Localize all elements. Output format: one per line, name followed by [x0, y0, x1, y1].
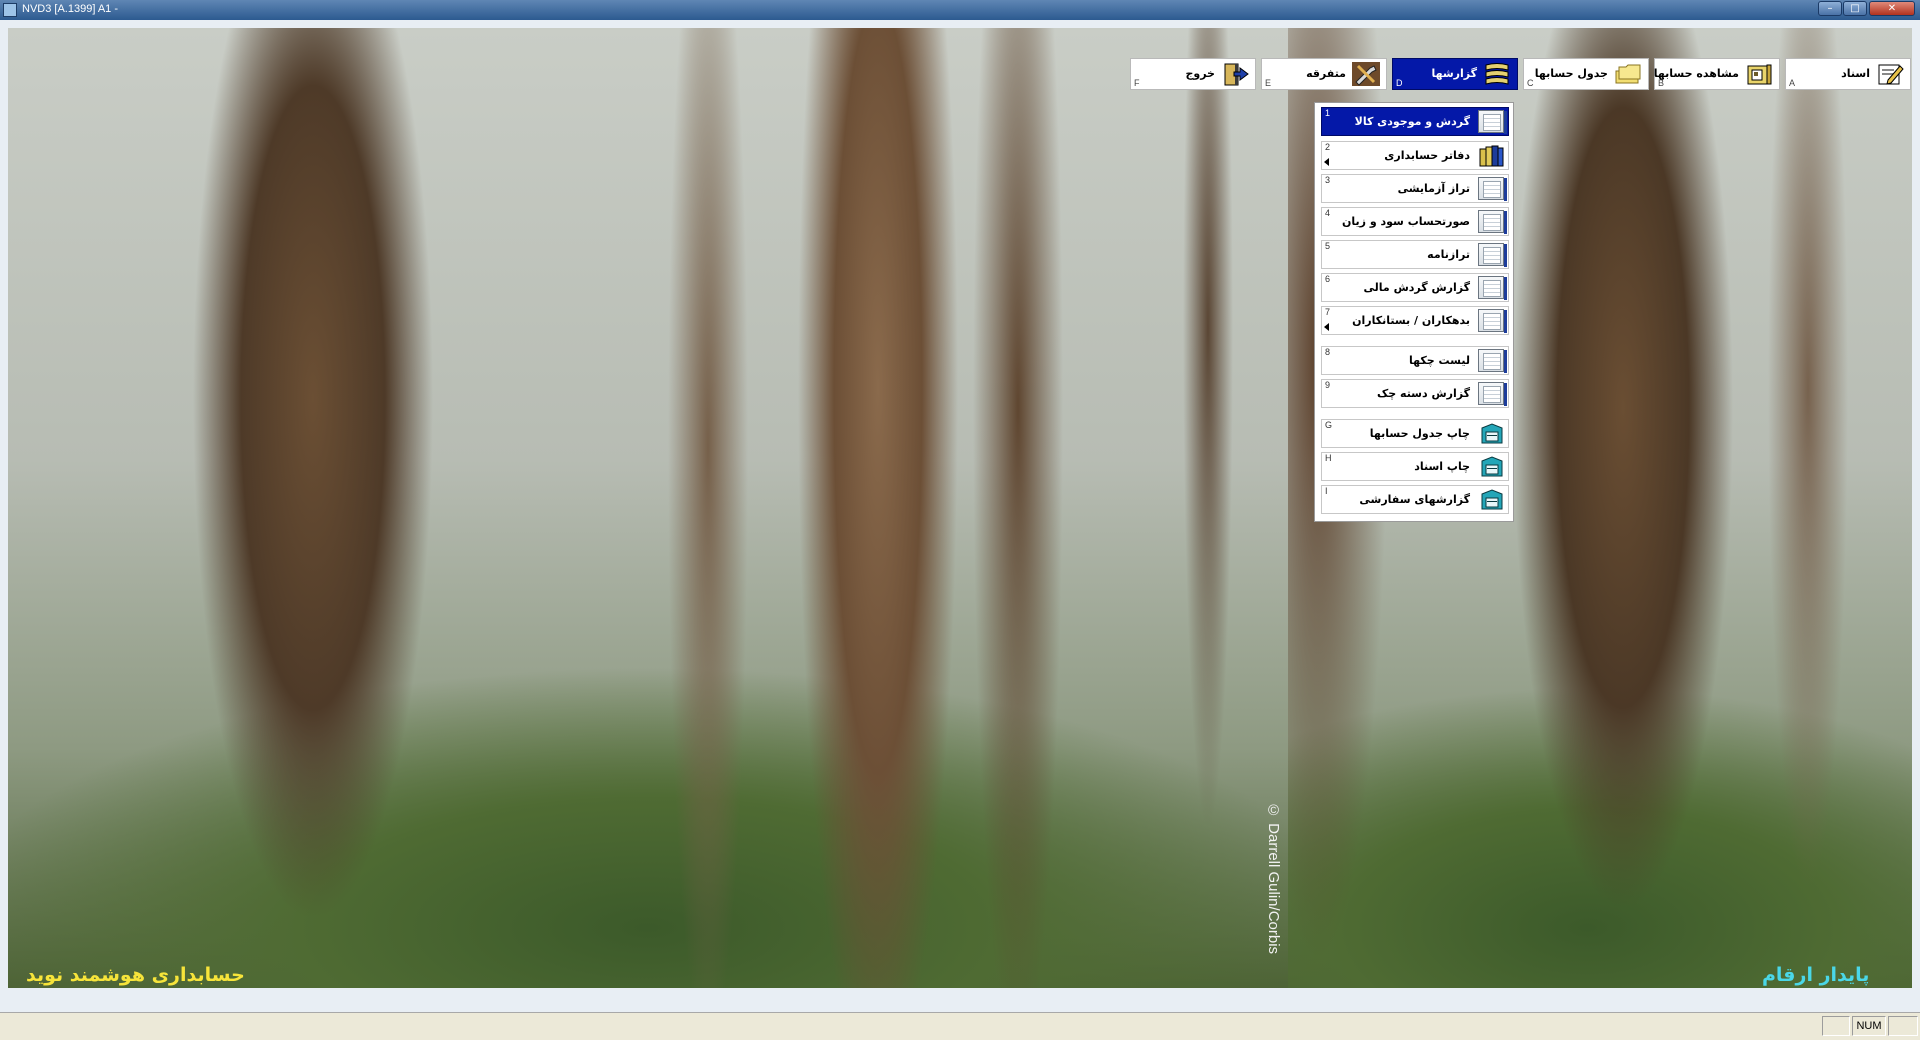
- menu-hotkey: 4: [1325, 208, 1331, 218]
- toolbar-hotkey: C: [1527, 78, 1534, 88]
- status-bar: NUM: [0, 1012, 1920, 1040]
- menu-item-inventory-turnover[interactable]: 1 گردش و موجودی کالا: [1321, 107, 1509, 136]
- menu-item-label: گزارش دسته چک: [1377, 387, 1470, 400]
- app-icon[interactable]: [3, 3, 17, 17]
- toolbar-button-label: گزارشها: [1431, 67, 1477, 80]
- photo-credit: © Darrell Gulin/Corbis: [1265, 802, 1282, 955]
- toolbar-button-label: خروج: [1185, 67, 1215, 80]
- menu-item-accounting-books[interactable]: 2 دفاتر حسابداری: [1321, 141, 1509, 170]
- menu-item-debtors-creditors[interactable]: 7 بدهکاران / بستانکاران: [1321, 306, 1509, 335]
- reports-icon: [1485, 63, 1509, 85]
- toolbar-button-label: جدول حسابها: [1534, 67, 1608, 80]
- menu-item-balance-sheet[interactable]: 5 ترازنامه: [1321, 240, 1509, 269]
- document-edit-icon: [1878, 64, 1904, 85]
- report-sheet-icon: [1478, 177, 1507, 201]
- menu-item-label: چاپ اسناد: [1414, 460, 1470, 473]
- toolbar-button-label: متفرقه: [1306, 67, 1346, 80]
- report-sheet-icon: [1478, 309, 1507, 333]
- menu-item-label: تراز آزمایشی: [1397, 182, 1470, 195]
- menu-item-label: بدهکاران / بستانکاران: [1352, 314, 1470, 327]
- maximize-button[interactable]: □: [1843, 1, 1867, 16]
- menu-hotkey: 8: [1325, 347, 1331, 357]
- submenu-arrow-icon: [1324, 158, 1329, 166]
- menu-hotkey: 6: [1325, 274, 1331, 284]
- toolbar-hotkey: E: [1265, 78, 1272, 88]
- menu-item-label: دفاتر حسابداری: [1384, 149, 1470, 162]
- toolbar-reports-button[interactable]: گزارشها D: [1392, 58, 1518, 90]
- title-bar: NVD3 [A.1399] A1 - – □ ✕: [0, 0, 1920, 20]
- menu-hotkey: 2: [1325, 142, 1331, 152]
- reports-dropdown-menu: 1 گردش و موجودی کالا 2 دفاتر حسابداری 3 …: [1314, 102, 1514, 522]
- window-title: NVD3 [A.1399] A1 -: [22, 3, 118, 15]
- menu-item-print-accounts-table[interactable]: G چاپ جدول حسابها: [1321, 419, 1509, 448]
- toolbar-button-label: اسناد: [1841, 67, 1870, 80]
- report-sheet-icon: [1478, 382, 1507, 406]
- menu-hotkey: 1: [1325, 108, 1331, 118]
- status-pane-empty: [1822, 1016, 1850, 1036]
- toolbar-hotkey: F: [1134, 78, 1140, 88]
- toolbar-accounts-table-button[interactable]: جدول حسابها C: [1523, 58, 1649, 90]
- report-sheet-icon: [1478, 349, 1507, 373]
- toolbar-hotkey: D: [1396, 78, 1403, 88]
- toolbar-exit-button[interactable]: خروج F: [1130, 58, 1256, 90]
- close-button[interactable]: ✕: [1869, 1, 1915, 16]
- toolbar-view-accounts-button[interactable]: مشاهده حسابها B: [1654, 58, 1780, 90]
- num-lock-indicator: NUM: [1852, 1016, 1886, 1036]
- print-icon: [1481, 456, 1503, 477]
- menu-item-label: ترازنامه: [1427, 248, 1470, 261]
- ledger-books-icon: [1479, 145, 1504, 167]
- menu-hotkey: 5: [1325, 241, 1331, 251]
- menu-hotkey: 3: [1325, 175, 1331, 185]
- exit-door-icon: [1224, 63, 1249, 86]
- menu-item-label: گزارش گردش مالی: [1363, 281, 1470, 294]
- folder-view-icon: [1747, 64, 1772, 85]
- menu-item-cash-flow[interactable]: 6 گزارش گردش مالی: [1321, 273, 1509, 302]
- brand-label-right: پایدار ارقام: [1762, 964, 1870, 986]
- menu-item-label: چاپ جدول حسابها: [1369, 427, 1470, 440]
- menu-item-custom-reports[interactable]: I گزارشهای سفارشی: [1321, 485, 1509, 514]
- toolbar-misc-button[interactable]: متفرقه E: [1261, 58, 1387, 90]
- menu-hotkey: G: [1325, 420, 1333, 430]
- print-icon: [1481, 489, 1503, 510]
- status-pane-empty-2: [1888, 1016, 1918, 1036]
- main-client-area: © Darrell Gulin/Corbis حسابداری هوشمند ن…: [0, 20, 1920, 1012]
- menu-item-profit-loss[interactable]: 4 صورتحساب سود و زیان: [1321, 207, 1509, 236]
- minimize-button[interactable]: –: [1818, 1, 1842, 16]
- submenu-arrow-icon: [1324, 323, 1329, 331]
- toolbar-documents-button[interactable]: اسناد A: [1785, 58, 1911, 90]
- folders-icon: [1615, 64, 1641, 84]
- print-icon: [1481, 423, 1503, 444]
- main-toolbar: اسناد A مشاهده حسابها B جدول حسابها C گز…: [1128, 58, 1912, 92]
- menu-hotkey: I: [1325, 486, 1328, 496]
- report-sheet-icon: [1478, 110, 1507, 134]
- menu-item-label: گردش و موجودی کالا: [1354, 115, 1470, 128]
- report-sheet-icon: [1478, 210, 1507, 234]
- menu-hotkey: H: [1325, 453, 1332, 463]
- menu-item-label: لیست چکها: [1408, 354, 1470, 367]
- forest-background-image: [8, 28, 1288, 988]
- report-sheet-icon: [1478, 276, 1507, 300]
- toolbar-hotkey: A: [1789, 78, 1796, 88]
- menu-item-cheque-list[interactable]: 8 لیست چکها: [1321, 346, 1509, 375]
- menu-hotkey: 7: [1325, 307, 1331, 317]
- menu-item-print-documents[interactable]: H چاپ اسناد: [1321, 452, 1509, 481]
- menu-item-chequebook-report[interactable]: 9 گزارش دسته چک: [1321, 379, 1509, 408]
- menu-item-label: گزارشهای سفارشی: [1359, 493, 1470, 506]
- menu-hotkey: 9: [1325, 380, 1331, 390]
- menu-item-trial-balance[interactable]: 3 تراز آزمایشی: [1321, 174, 1509, 203]
- menu-item-label: صورتحساب سود و زیان: [1342, 215, 1470, 228]
- tools-icon: [1352, 62, 1380, 86]
- toolbar-hotkey: B: [1658, 78, 1665, 88]
- toolbar-button-label: مشاهده حسابها: [1653, 67, 1739, 80]
- report-sheet-icon: [1478, 243, 1507, 267]
- brand-label-left: حسابداری هوشمند نوید: [26, 964, 245, 986]
